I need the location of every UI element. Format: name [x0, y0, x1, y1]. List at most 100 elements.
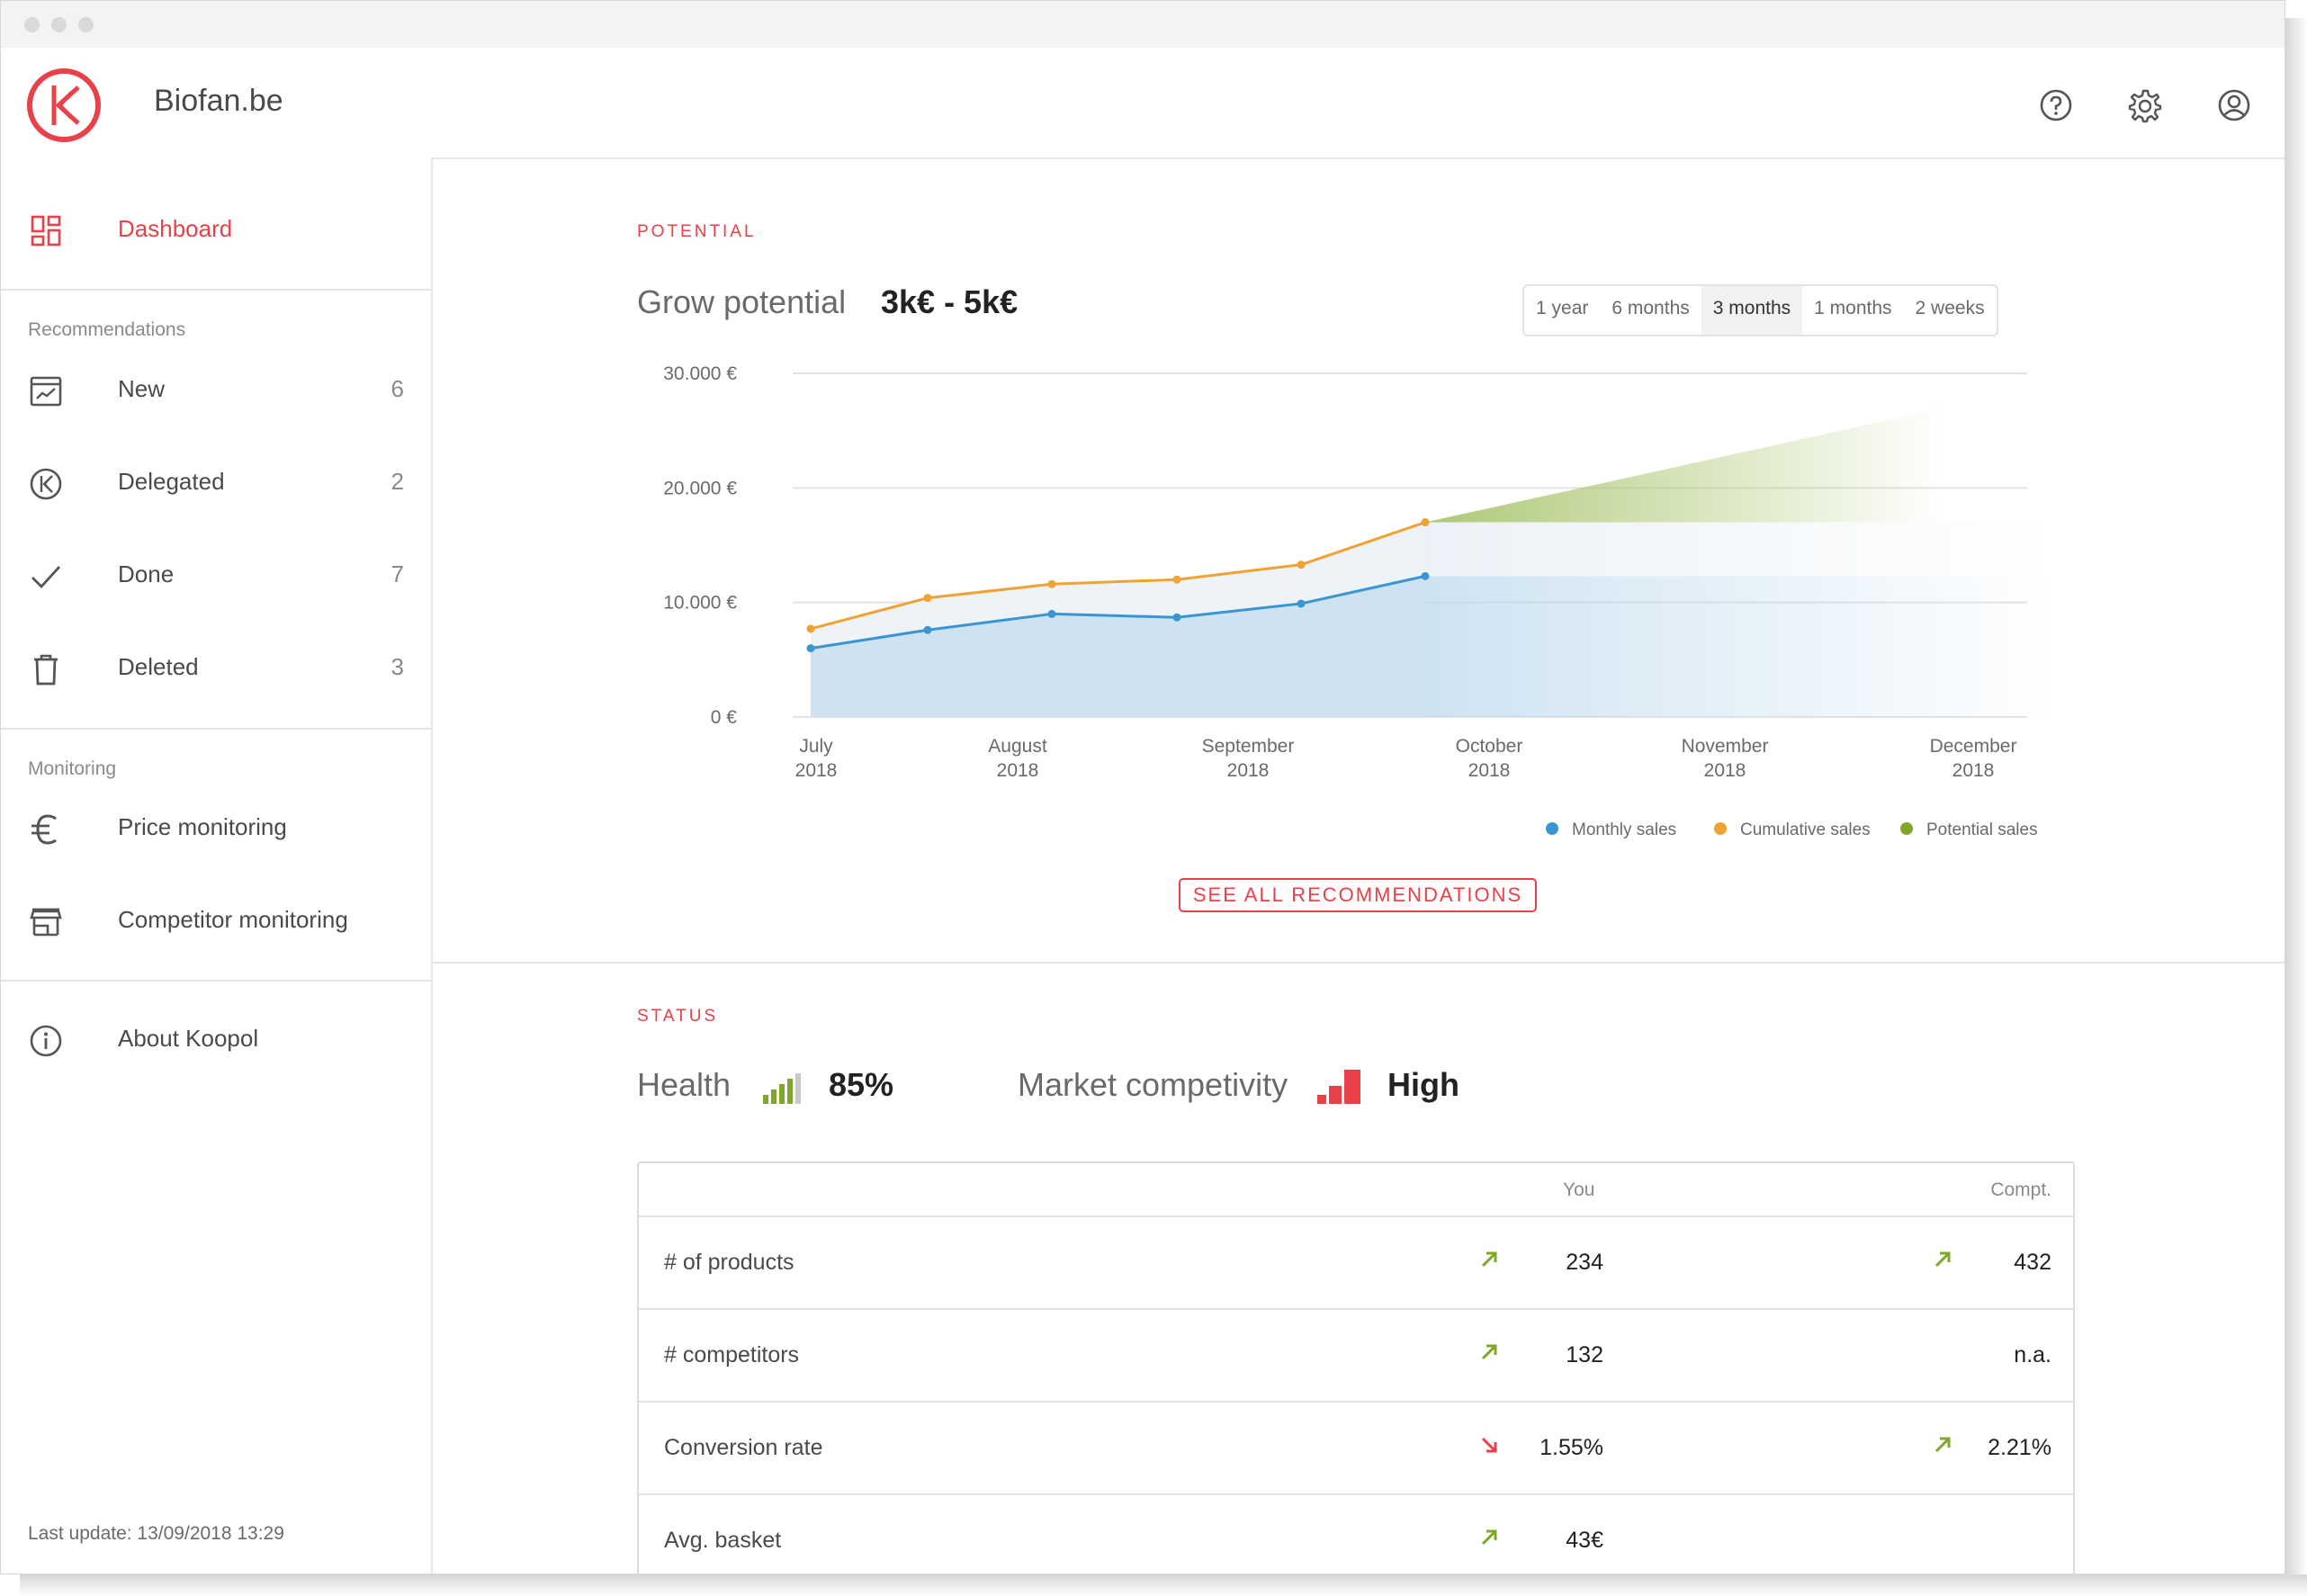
sidebar-item-price-monitoring[interactable]: Price monitoring	[1, 794, 431, 865]
trend-up-icon	[1481, 1251, 1497, 1268]
trend-down-icon	[1481, 1437, 1497, 1453]
row-label: Conversion rate	[664, 1435, 823, 1460]
sidebar-item-done[interactable]: Done 7	[1, 541, 431, 613]
sidebar-item-dashboard[interactable]: Dashboard	[1, 195, 431, 267]
y-tick-label: 30.000 €	[663, 363, 737, 384]
sidebar-item-count: 3	[390, 653, 404, 680]
cumulative-sales-point	[1421, 518, 1430, 527]
sidebar-item-new[interactable]: New 6	[1, 355, 431, 427]
row-compt-value: n.a.	[2014, 1342, 2051, 1367]
cumulative-sales-point	[806, 624, 815, 633]
window-shadow-bottom	[20, 1574, 2307, 1596]
cumulative-sales-point	[1047, 579, 1056, 588]
sidebar-item-delegated[interactable]: Delegated 2	[1, 448, 431, 520]
sidebar-item-label: Price monitoring	[118, 813, 287, 840]
top-header: Biofan.be	[1, 48, 2285, 159]
x-tick-month: August	[988, 736, 1047, 757]
y-tick-label: 0 €	[711, 707, 738, 728]
monthly-sales-point	[806, 644, 815, 653]
app-window: Biofan.be Dashboard Recommendations New …	[0, 0, 2285, 1574]
help-icon[interactable]	[2038, 87, 2074, 123]
row-you-value: 132	[1566, 1342, 1603, 1367]
sidebar-item-count: 2	[390, 468, 404, 495]
gear-icon[interactable]	[2127, 87, 2163, 123]
x-tick-year: 2018	[1468, 760, 1511, 781]
sidebar-divider	[1, 289, 431, 291]
sidebar-item-label: New	[118, 375, 166, 402]
window-maximize-dot[interactable]	[78, 17, 94, 32]
x-tick-month: November	[1682, 736, 1769, 757]
x-tick-year: 2018	[1952, 760, 1995, 781]
x-tick-month: October	[1456, 736, 1523, 757]
health-value: 85%	[829, 1066, 894, 1103]
info-icon	[30, 1025, 62, 1057]
legend-dot	[1900, 822, 1913, 835]
store-icon	[30, 908, 62, 937]
x-tick-year: 2018	[1704, 760, 1746, 781]
section-divider	[433, 962, 2285, 964]
monthly-sales-point	[1172, 613, 1181, 622]
user-account-icon[interactable]	[2216, 87, 2252, 123]
x-tick-year: 2018	[1227, 760, 1270, 781]
status-section-title: STATUS	[637, 1007, 719, 1026]
monthly-sales-point	[1047, 609, 1056, 618]
trend-up-icon	[1481, 1529, 1497, 1546]
x-tick-month: December	[1930, 736, 2017, 757]
x-tick-year: 2018	[795, 760, 838, 781]
sidebar-item-label: Competitor monitoring	[118, 906, 348, 933]
projection-blue-fade	[1425, 576, 2055, 717]
column-header-you: You	[1563, 1179, 1595, 1200]
dashboard-icon	[31, 215, 61, 247]
monthly-sales-point	[923, 625, 932, 634]
cumulative-sales-point	[1297, 560, 1306, 569]
window-minimize-dot[interactable]	[51, 17, 67, 32]
legend-label: Monthly sales	[1572, 820, 1676, 839]
cumulative-sales-point	[1172, 575, 1181, 584]
row-label: # of products	[664, 1250, 794, 1275]
x-tick-month: September	[1202, 736, 1295, 757]
table-row: # competitors 132 n.a.	[639, 1308, 2073, 1403]
trend-up-icon	[1934, 1437, 1951, 1453]
row-label: Avg. basket	[664, 1528, 782, 1553]
sidebar-item-count: 6	[390, 375, 404, 402]
row-compt-value: 2.21%	[1988, 1435, 2051, 1460]
see-all-recommendations-button[interactable]: SEE ALL RECOMMENDATIONS	[1179, 878, 1537, 912]
monthly-sales-point	[1421, 571, 1430, 580]
sidebar-item-label: Deleted	[118, 653, 199, 680]
table-row: Conversion rate 1.55% 2.21%	[639, 1401, 2073, 1495]
recommendations-section-label: Recommendations	[28, 319, 186, 340]
monthly-sales-point	[1297, 599, 1306, 608]
status-table: You Compt. # of products 234 432 # competit…	[637, 1161, 2075, 1574]
row-you-value: 234	[1566, 1250, 1603, 1275]
sidebar-item-label: Delegated	[118, 468, 225, 495]
market-competivity-value: High	[1387, 1066, 1459, 1103]
window-close-dot[interactable]	[24, 17, 40, 32]
koopol-logo-icon[interactable]	[26, 67, 102, 143]
projection-grey-fade	[1425, 522, 2055, 577]
sidebar-item-competitor-monitoring[interactable]: Competitor monitoring	[1, 886, 431, 958]
trend-up-icon	[1934, 1251, 1951, 1268]
site-name: Biofan.be	[154, 84, 283, 118]
column-header-compt: Compt.	[1990, 1179, 2051, 1200]
row-label: # competitors	[664, 1342, 800, 1367]
sidebar: Dashboard Recommendations New 6 Delegate…	[1, 157, 433, 1574]
sidebar-item-about[interactable]: About Koopol	[1, 1005, 431, 1077]
legend-label: Potential sales	[1926, 820, 2038, 839]
legend-dot	[1546, 822, 1558, 835]
trend-up-icon	[1481, 1344, 1497, 1360]
sidebar-divider	[1, 728, 431, 730]
market-competivity-label: Market competivity	[1018, 1066, 1288, 1103]
table-row: # of products 234 432	[639, 1215, 2073, 1310]
health-signal-icon	[763, 1073, 801, 1104]
last-update-text: Last update: 13/09/2018 13:29	[28, 1523, 284, 1544]
potential-sales-area	[1425, 408, 1944, 523]
sidebar-item-count: 7	[390, 560, 404, 587]
main-content: POTENTIAL Grow potential 3k€ - 5k€ 1 yea…	[433, 157, 2285, 1574]
sidebar-item-deleted[interactable]: Deleted 3	[1, 633, 431, 705]
trash-icon	[34, 654, 58, 686]
competivity-bars-icon	[1317, 1070, 1360, 1104]
monitoring-section-label: Monitoring	[28, 758, 117, 779]
x-tick-month: July	[799, 736, 833, 757]
check-icon	[31, 566, 61, 589]
sidebar-item-label: About Koopol	[118, 1025, 259, 1052]
